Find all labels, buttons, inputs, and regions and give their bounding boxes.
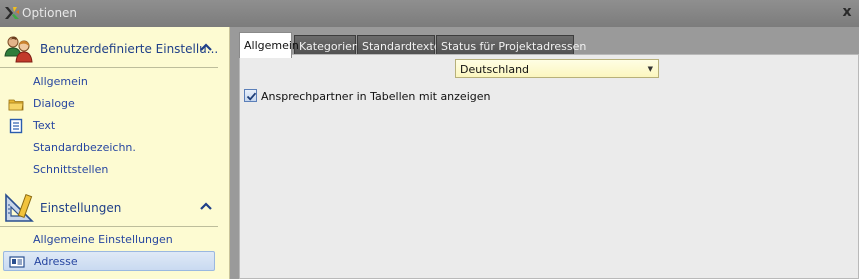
window-title: Optionen <box>22 6 78 20</box>
users-icon <box>4 36 33 63</box>
nav-item-label: Allgemein <box>33 75 88 88</box>
nav-item-label: Standardbezeichn. <box>33 141 136 154</box>
dropdown-arrow-icon[interactable]: ▼ <box>648 65 653 73</box>
document-icon <box>9 118 23 134</box>
tab-panel-allgemein: Deutschland ▼ Ansprechpartner in Tabelle… <box>239 54 859 279</box>
options-content-area: Allgemein Kategorien Standardtexte Statu… <box>235 27 859 279</box>
nav-item-label: Schnittstellen <box>33 163 109 176</box>
group-label: Einstellungen <box>40 201 122 215</box>
nav-item-label: Adresse <box>34 255 78 268</box>
nav-item-label: Text <box>33 119 56 132</box>
nav-item-schnittstellen[interactable]: Schnittstellen <box>0 160 215 180</box>
chevron-up-icon[interactable] <box>200 201 212 211</box>
checkmark-icon <box>246 92 257 101</box>
nav-item-dialoge[interactable]: Dialoge <box>0 94 215 114</box>
options-navigation-pane: Benutzerdefinierte Einstellu... Allgemei… <box>0 27 230 279</box>
nav-item-allgemein[interactable]: Allgemein <box>0 72 215 92</box>
checkbox-box[interactable] <box>244 89 257 102</box>
address-card-icon <box>9 256 25 268</box>
nav-item-allgemeine-einstellungen[interactable]: Allgemeine Einstellungen <box>0 230 215 250</box>
ruler-triangle-icon <box>5 193 34 222</box>
group-label: Benutzerdefinierte Einstellu... <box>40 42 219 56</box>
window-title-bar: Optionen x <box>0 0 859 27</box>
country-select-value: Deutschland <box>460 63 530 76</box>
group-header-benutzerdefinierte-einstellungen[interactable]: Benutzerdefinierte Einstellu... <box>0 31 218 67</box>
checkbox-label: Ansprechpartner in Tabellen mit anzeigen <box>261 90 491 103</box>
group-divider <box>0 67 218 68</box>
nav-item-adresse[interactable]: Adresse <box>3 251 215 271</box>
tab-allgemein[interactable]: Allgemein <box>239 32 299 58</box>
chevron-up-icon[interactable] <box>200 42 212 52</box>
nav-item-label: Allgemeine Einstellungen <box>33 233 173 246</box>
app-logo-icon <box>5 7 19 19</box>
group-header-einstellungen[interactable]: Einstellungen <box>0 190 218 226</box>
country-select[interactable]: Deutschland ▼ <box>455 59 659 78</box>
nav-item-standardbezeichnungen[interactable]: Standardbezeichn. <box>0 138 215 158</box>
folder-icon <box>8 99 24 111</box>
close-icon[interactable]: x <box>839 4 855 20</box>
group-divider <box>0 226 218 227</box>
nav-item-label: Dialoge <box>33 97 75 110</box>
nav-item-text[interactable]: Text <box>0 116 215 136</box>
